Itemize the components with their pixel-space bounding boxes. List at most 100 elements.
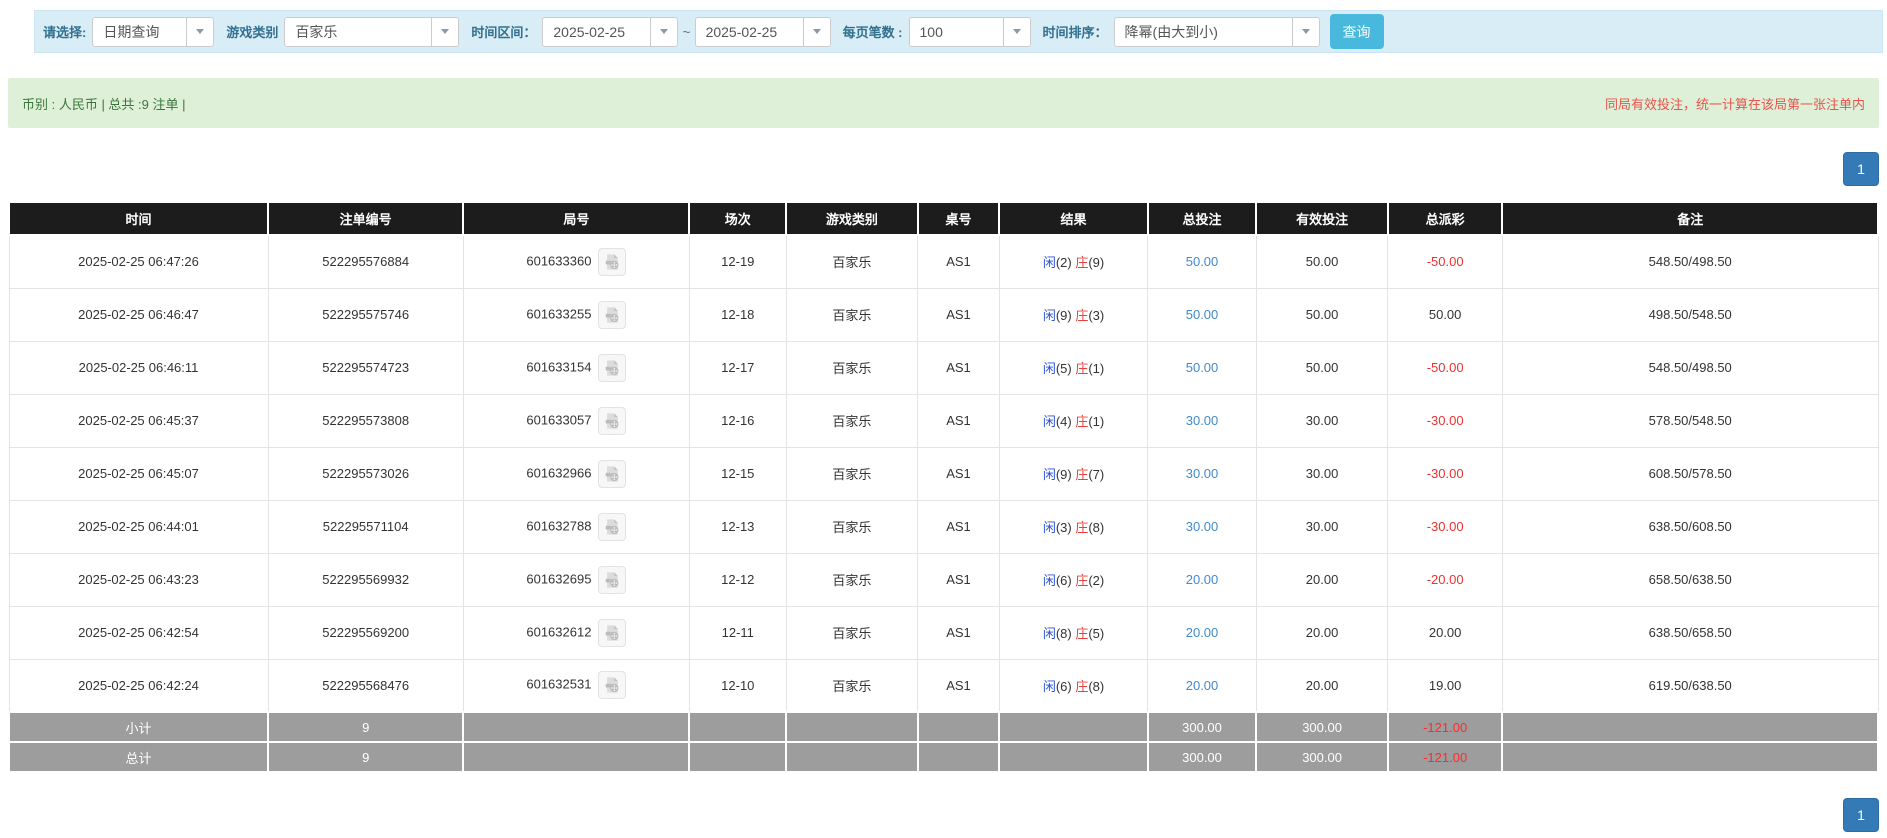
- currency-count-summary: 币别 : 人民币 | 总共 :9 注单 |: [22, 94, 186, 113]
- cell-result: 闲(9) 庄(3): [999, 288, 1147, 341]
- cell-result: 闲(2) 庄(9): [999, 235, 1147, 288]
- info-bar: 币别 : 人民币 | 总共 :9 注单 | 同局有效投注，统一计算在该局第一张注…: [8, 78, 1879, 128]
- banker-result-label: 庄: [1075, 679, 1088, 694]
- cell-result: 闲(6) 庄(2): [999, 553, 1147, 606]
- player-score: (9): [1056, 308, 1076, 323]
- subtotal-empty-session: [689, 712, 786, 742]
- total-bet-link[interactable]: 20.00: [1186, 678, 1219, 693]
- video-replay-button[interactable]: [598, 566, 626, 594]
- video-replay-button[interactable]: [598, 460, 626, 488]
- game-type-select[interactable]: 百家乐: [284, 17, 459, 47]
- round-id-text: 601633057: [526, 412, 591, 427]
- search-button[interactable]: 查询: [1330, 14, 1384, 49]
- page-size-select[interactable]: 100: [909, 17, 1031, 47]
- subtotal-remark: [1502, 712, 1878, 742]
- cell-remark: 548.50/498.50: [1502, 235, 1878, 288]
- page-1-button-bottom[interactable]: 1: [1843, 798, 1879, 832]
- date-from-input[interactable]: 2025-02-25: [542, 17, 678, 47]
- banker-score: (8): [1088, 520, 1104, 535]
- total-empty-session: [689, 742, 786, 772]
- date-to-input[interactable]: 2025-02-25: [695, 17, 831, 47]
- banker-result-label: 庄: [1075, 308, 1088, 323]
- cell-time: 2025-02-25 06:47:26: [9, 235, 268, 288]
- chevron-down-icon[interactable]: [1003, 18, 1030, 46]
- player-result-label: 闲: [1043, 520, 1056, 535]
- round-id-text: 601633360: [526, 253, 591, 268]
- player-result-label: 闲: [1043, 467, 1056, 482]
- column-header-bet-id: 注单编号: [268, 202, 463, 235]
- total-bet-link[interactable]: 30.00: [1186, 466, 1219, 481]
- chevron-down-icon[interactable]: [1292, 18, 1319, 46]
- chevron-down-icon[interactable]: [431, 18, 458, 46]
- chevron-down-icon[interactable]: [803, 18, 830, 46]
- query-type-value: 日期查询: [93, 18, 186, 46]
- total-empty-game-type: [786, 742, 918, 772]
- time-sort-select[interactable]: 降幂(由大到小): [1114, 17, 1320, 47]
- video-replay-button[interactable]: [598, 671, 626, 699]
- total-empty-result: [999, 742, 1147, 772]
- cell-table-no: AS1: [918, 341, 1000, 394]
- cell-bet-id: 522295573026: [268, 447, 463, 500]
- cell-result: 闲(4) 庄(1): [999, 394, 1147, 447]
- cell-round-id: 601633360: [463, 235, 689, 288]
- banker-result-label: 庄: [1075, 414, 1088, 429]
- subtotal-valid-bet: 300.00: [1256, 712, 1388, 742]
- cell-game-type: 百家乐: [786, 553, 918, 606]
- cell-round-id: 601633057: [463, 394, 689, 447]
- table-row: 2025-02-25 06:42:54522295569200601632612…: [9, 606, 1878, 659]
- total-bet-link[interactable]: 50.00: [1186, 360, 1219, 375]
- cell-valid-bet: 30.00: [1256, 447, 1388, 500]
- total-bet-link[interactable]: 30.00: [1186, 519, 1219, 534]
- subtotal-total-bet: 300.00: [1148, 712, 1257, 742]
- cell-payout: 19.00: [1388, 659, 1503, 712]
- banker-result-label: 庄: [1075, 467, 1088, 482]
- page-size-label: 每页笔数 :: [843, 22, 903, 41]
- cell-time: 2025-02-25 06:44:01: [9, 500, 268, 553]
- table-row: 2025-02-25 06:42:24522295568476601632531…: [9, 659, 1878, 712]
- cell-result: 闲(9) 庄(7): [999, 447, 1147, 500]
- banker-score: (9): [1088, 255, 1104, 270]
- filter-bar: 请选择: 日期查询 游戏类别 百家乐 时间区间： 2025-02-25 ~ 20…: [34, 10, 1883, 53]
- video-file-icon: [603, 253, 621, 271]
- cell-session: 12-17: [689, 341, 786, 394]
- total-bet-link[interactable]: 20.00: [1186, 572, 1219, 587]
- subtotal-count: 9: [268, 712, 463, 742]
- player-score: (9): [1056, 467, 1076, 482]
- total-bet-link[interactable]: 50.00: [1186, 254, 1219, 269]
- player-result-label: 闲: [1043, 626, 1056, 641]
- query-type-select[interactable]: 日期查询: [92, 17, 214, 47]
- total-bet-link[interactable]: 50.00: [1186, 307, 1219, 322]
- player-score: (5): [1056, 361, 1076, 376]
- video-replay-button[interactable]: [598, 248, 626, 276]
- chevron-down-icon[interactable]: [186, 18, 213, 46]
- round-id-text: 601632695: [526, 571, 591, 586]
- cell-table-no: AS1: [918, 659, 1000, 712]
- video-replay-button[interactable]: [598, 619, 626, 647]
- total-bet-link[interactable]: 30.00: [1186, 413, 1219, 428]
- player-score: (6): [1056, 573, 1076, 588]
- cell-round-id: 601632531: [463, 659, 689, 712]
- video-file-icon: [603, 359, 621, 377]
- cell-remark: 548.50/498.50: [1502, 341, 1878, 394]
- cell-game-type: 百家乐: [786, 606, 918, 659]
- video-replay-button[interactable]: [598, 513, 626, 541]
- chevron-down-icon[interactable]: [650, 18, 677, 46]
- banker-result-label: 庄: [1075, 626, 1088, 641]
- cell-result: 闲(5) 庄(1): [999, 341, 1147, 394]
- total-bet-link[interactable]: 20.00: [1186, 625, 1219, 640]
- cell-table-no: AS1: [918, 606, 1000, 659]
- banker-result-label: 庄: [1075, 520, 1088, 535]
- cell-game-type: 百家乐: [786, 500, 918, 553]
- page-1-button[interactable]: 1: [1843, 152, 1879, 186]
- video-replay-button[interactable]: [598, 354, 626, 382]
- cell-session: 12-10: [689, 659, 786, 712]
- video-file-icon: [603, 518, 621, 536]
- player-score: (4): [1056, 414, 1076, 429]
- cell-time: 2025-02-25 06:43:23: [9, 553, 268, 606]
- video-replay-button[interactable]: [598, 407, 626, 435]
- video-replay-button[interactable]: [598, 301, 626, 329]
- cell-payout: 20.00: [1388, 606, 1503, 659]
- subtotal-payout: -121.00: [1388, 712, 1503, 742]
- cell-session: 12-18: [689, 288, 786, 341]
- video-file-icon: [603, 412, 621, 430]
